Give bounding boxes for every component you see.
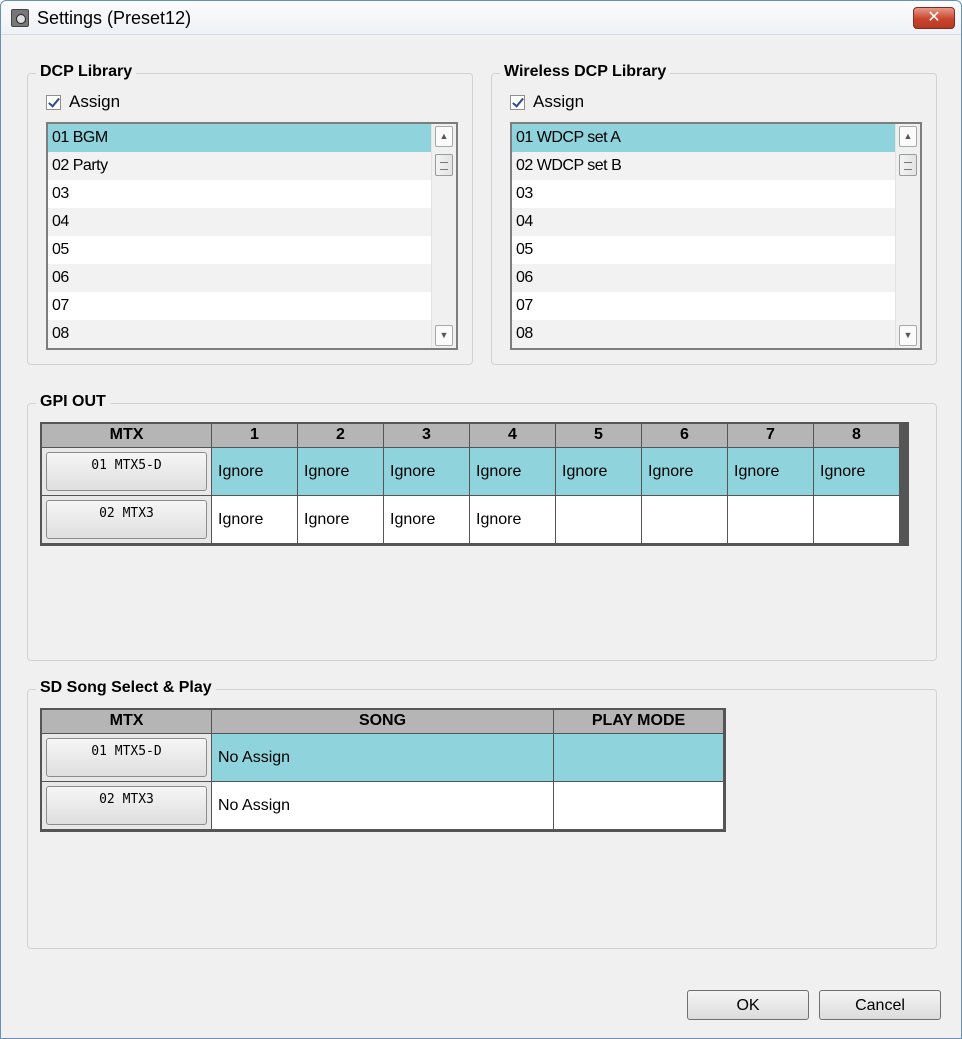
list-item[interactable]: 06 xyxy=(48,264,431,292)
dcp-assign-label: Assign xyxy=(69,92,121,111)
wireless-dcp-library-legend: Wireless DCP Library xyxy=(500,63,671,81)
gpi-header-cell: 3 xyxy=(384,424,470,448)
list-item[interactable]: 05 xyxy=(512,236,895,264)
list-item[interactable]: 03 xyxy=(512,180,895,208)
gpi-out-cell[interactable]: Ignore xyxy=(470,496,556,544)
window-title: Settings (Preset12) xyxy=(37,8,192,28)
list-item[interactable]: 08 xyxy=(48,320,431,348)
gpi-out-cell[interactable] xyxy=(556,496,642,544)
gpi-mtx-cell: 02 MTX3 xyxy=(42,496,212,544)
dcp-assign-checkbox[interactable] xyxy=(46,94,61,110)
song-cell[interactable]: No Assign xyxy=(212,734,554,782)
dcp-list-scrollbar[interactable]: ▲ ▼ xyxy=(431,124,456,348)
gpi-out-cell[interactable]: Ignore xyxy=(212,448,298,496)
gpi-out-cell[interactable]: Ignore xyxy=(212,496,298,544)
gpi-out-table: MTX 1 2 3 4 5 6 7 8 01 MTX5-D Ignore Ignore Ignore Ig… xyxy=(40,422,909,546)
sd-mtx-cell: 01 MTX5-D xyxy=(42,734,212,782)
list-item[interactable]: 07 xyxy=(48,292,431,320)
gpi-header-cell: 5 xyxy=(556,424,642,448)
gpi-header-cell: 2 xyxy=(298,424,384,448)
close-icon: ✕ xyxy=(927,9,941,26)
play-mode-cell[interactable] xyxy=(554,734,724,782)
gpi-out-cell[interactable]: Ignore xyxy=(384,496,470,544)
list-item[interactable]: 07 xyxy=(512,292,895,320)
sd-header-cell: MTX xyxy=(42,710,212,734)
gpi-header-cell: 7 xyxy=(728,424,814,448)
sd-mtx-cell: 02 MTX3 xyxy=(42,782,212,830)
gpi-out-cell[interactable]: Ignore xyxy=(298,496,384,544)
ok-button[interactable]: OK xyxy=(687,990,809,1020)
wdcp-assign-checkbox[interactable] xyxy=(510,94,525,110)
play-mode-cell[interactable] xyxy=(554,782,724,830)
list-item[interactable]: 04 xyxy=(512,208,895,236)
dcp-library-group: DCP Library Assign 01 BGM 02 Party 03 04 05 0… xyxy=(27,63,473,365)
mtx-device-button[interactable]: 02 MTX3 xyxy=(46,500,207,539)
list-item[interactable]: 01 WDCP set A xyxy=(512,124,895,152)
app-settings-icon xyxy=(11,9,29,27)
gpi-mtx-cell: 01 MTX5-D xyxy=(42,448,212,496)
gpi-out-legend: GPI OUT xyxy=(36,393,110,411)
title-bar[interactable]: Settings (Preset12) ✕ xyxy=(1,1,961,35)
sd-song-group: SD Song Select & Play MTX SONG PLAY MODE 01… xyxy=(27,679,937,949)
mtx-device-button[interactable]: 02 MTX3 xyxy=(46,786,207,825)
mtx-device-button[interactable]: 01 MTX5-D xyxy=(46,452,207,491)
gpi-out-cell[interactable]: Ignore xyxy=(642,448,728,496)
list-item[interactable]: 02 WDCP set B xyxy=(512,152,895,180)
wdcp-assign-label: Assign xyxy=(533,92,585,111)
list-item[interactable]: 01 BGM xyxy=(48,124,431,152)
gpi-header-cell: MTX xyxy=(42,424,212,448)
cancel-button[interactable]: Cancel xyxy=(819,990,941,1020)
gpi-out-group: GPI OUT MTX 1 2 3 4 5 6 7 8 01 MTX5-D Ignore Ignore… xyxy=(27,393,937,661)
gpi-out-cell[interactable]: Ignore xyxy=(470,448,556,496)
gpi-out-cell[interactable] xyxy=(642,496,728,544)
gpi-header-cell: 4 xyxy=(470,424,556,448)
list-item[interactable]: 08 xyxy=(512,320,895,348)
mtx-device-button[interactable]: 01 MTX5-D xyxy=(46,738,207,777)
close-button[interactable]: ✕ xyxy=(913,7,955,29)
gpi-out-cell[interactable]: Ignore xyxy=(556,448,642,496)
wdcp-scroll-thumb[interactable] xyxy=(899,154,917,176)
gpi-out-cell[interactable]: Ignore xyxy=(298,448,384,496)
list-item[interactable]: 04 xyxy=(48,208,431,236)
gpi-out-cell[interactable]: Ignore xyxy=(728,448,814,496)
gpi-out-cell[interactable]: Ignore xyxy=(384,448,470,496)
list-item[interactable]: 05 xyxy=(48,236,431,264)
gpi-header-cell: 8 xyxy=(814,424,900,448)
wireless-dcp-library-group: Wireless DCP Library Assign 01 WDCP set … xyxy=(491,63,937,365)
sd-header-cell: PLAY MODE xyxy=(554,710,724,734)
scroll-down-arrow-icon[interactable]: ▼ xyxy=(899,325,917,346)
song-cell[interactable]: No Assign xyxy=(212,782,554,830)
wdcp-list-scrollbar[interactable]: ▲ ▼ xyxy=(895,124,920,348)
sd-song-table: MTX SONG PLAY MODE 01 MTX5-D No Assign 02 MTX… xyxy=(40,708,726,832)
gpi-out-cell[interactable]: Ignore xyxy=(814,448,900,496)
dcp-assign-checkbox-row[interactable]: Assign xyxy=(46,92,120,112)
settings-dialog: Settings (Preset12) ✕ DCP Library Assign… xyxy=(0,0,962,1039)
dcp-scroll-thumb[interactable] xyxy=(435,154,453,176)
gpi-header-cell: 1 xyxy=(212,424,298,448)
wireless-dcp-library-list[interactable]: 01 WDCP set A 02 WDCP set B 03 04 05 06 07 08 ▲… xyxy=(510,122,922,350)
gpi-out-cell[interactable] xyxy=(728,496,814,544)
sd-header-cell: SONG xyxy=(212,710,554,734)
gpi-header-cell: 6 xyxy=(642,424,728,448)
list-item[interactable]: 06 xyxy=(512,264,895,292)
scroll-down-arrow-icon[interactable]: ▼ xyxy=(435,325,453,346)
sd-song-legend: SD Song Select & Play xyxy=(36,679,216,697)
scroll-up-arrow-icon[interactable]: ▲ xyxy=(899,126,917,147)
dcp-library-legend: DCP Library xyxy=(36,63,137,81)
wdcp-assign-checkbox-row[interactable]: Assign xyxy=(510,92,584,112)
gpi-out-cell[interactable] xyxy=(814,496,900,544)
list-item[interactable]: 02 Party xyxy=(48,152,431,180)
scroll-up-arrow-icon[interactable]: ▲ xyxy=(435,126,453,147)
list-item[interactable]: 03 xyxy=(48,180,431,208)
dcp-library-list[interactable]: 01 BGM 02 Party 03 04 05 06 07 08 ▲ ▼ xyxy=(46,122,458,350)
